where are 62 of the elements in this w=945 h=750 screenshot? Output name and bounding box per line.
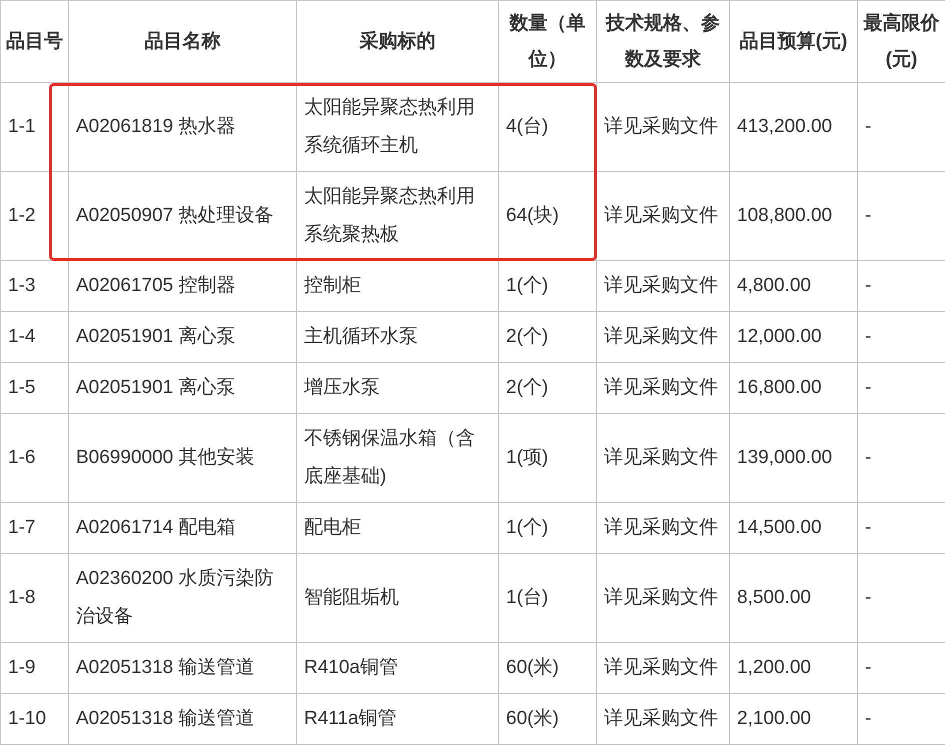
table-cell: B06990000 其他安装 xyxy=(68,414,296,502)
column-header: 采购标的 xyxy=(296,0,498,82)
table-cell: 详见采购文件 xyxy=(596,414,730,502)
column-header: 品目名称 xyxy=(68,0,296,82)
table-cell: 12,000.00 xyxy=(730,312,858,362)
table-cell: A02051901 离心泵 xyxy=(68,362,296,414)
column-header: 数量（单位） xyxy=(498,0,596,82)
table-cell: 配电柜 xyxy=(296,502,498,554)
table-cell: 4,800.00 xyxy=(730,260,858,312)
table-cell: 1-9 xyxy=(0,642,68,694)
table-cell: A02061705 控制器 xyxy=(68,260,296,312)
table-cell: 详见采购文件 xyxy=(596,260,730,312)
column-header: 品目号 xyxy=(0,0,68,82)
table-cell: 详见采购文件 xyxy=(596,172,730,260)
table-cell: 控制柜 xyxy=(296,260,498,312)
table-cell: 1-6 xyxy=(0,414,68,502)
table-cell: 108,800.00 xyxy=(730,172,858,260)
table-cell: 详见采购文件 xyxy=(596,642,730,694)
table-cell: 2(个) xyxy=(498,362,596,414)
table-cell: 16,800.00 xyxy=(730,362,858,414)
table-cell: R411a铜管 xyxy=(296,694,498,744)
table-cell: 主机循环水泵 xyxy=(296,312,498,362)
table-cell: 详见采购文件 xyxy=(596,362,730,414)
table-cell: R410a铜管 xyxy=(296,642,498,694)
column-header: 技术规格、参数及要求 xyxy=(596,0,730,82)
table-cell: A02051318 输送管道 xyxy=(68,642,296,694)
table-cell: 60(米) xyxy=(498,642,596,694)
table-cell: 1(个) xyxy=(498,502,596,554)
table-cell: 60(米) xyxy=(498,694,596,744)
table-cell: 详见采购文件 xyxy=(596,82,730,172)
table-cell: A02051901 离心泵 xyxy=(68,312,296,362)
table-cell: 1,200.00 xyxy=(730,642,858,694)
table-cell: 详见采购文件 xyxy=(596,554,730,642)
table-cell: 1-2 xyxy=(0,172,68,260)
table-cell: 1-1 xyxy=(0,82,68,172)
column-header: 品目预算(元) xyxy=(730,0,858,82)
table-cell: 2,100.00 xyxy=(730,694,858,744)
table-cell: 详见采购文件 xyxy=(596,312,730,362)
table-cell: 详见采购文件 xyxy=(596,694,730,744)
table-cell: A02051318 输送管道 xyxy=(68,694,296,744)
table-cell: A02360200 水质污染防治设备 xyxy=(68,554,296,642)
table-cell: 1(个) xyxy=(498,260,596,312)
table-cell: 1-8 xyxy=(0,554,68,642)
table-cell: 智能阻垢机 xyxy=(296,554,498,642)
table-cell: 14,500.00 xyxy=(730,502,858,554)
table-cell: 1-10 xyxy=(0,694,68,744)
table-cell: 1(台) xyxy=(498,554,596,642)
table-cell: 2(个) xyxy=(498,312,596,362)
table-cell: 4(台) xyxy=(498,82,596,172)
table-cell: 不锈钢保温水箱（含底座基础) xyxy=(296,414,498,502)
table-cell: A02061714 配电箱 xyxy=(68,502,296,554)
column-header: 最高限价(元) xyxy=(858,0,945,82)
table-cell: 1(项) xyxy=(498,414,596,502)
table-cell: 8,500.00 xyxy=(730,554,858,642)
table-cell: 139,000.00 xyxy=(730,414,858,502)
table-cell: 1-7 xyxy=(0,502,68,554)
table-cell: 1-5 xyxy=(0,362,68,414)
table-cell: 详见采购文件 xyxy=(596,502,730,554)
table-cell: 增压水泵 xyxy=(296,362,498,414)
table-cell: 413,200.00 xyxy=(730,82,858,172)
table-cell: 1-4 xyxy=(0,312,68,362)
table-cell: 1-3 xyxy=(0,260,68,312)
